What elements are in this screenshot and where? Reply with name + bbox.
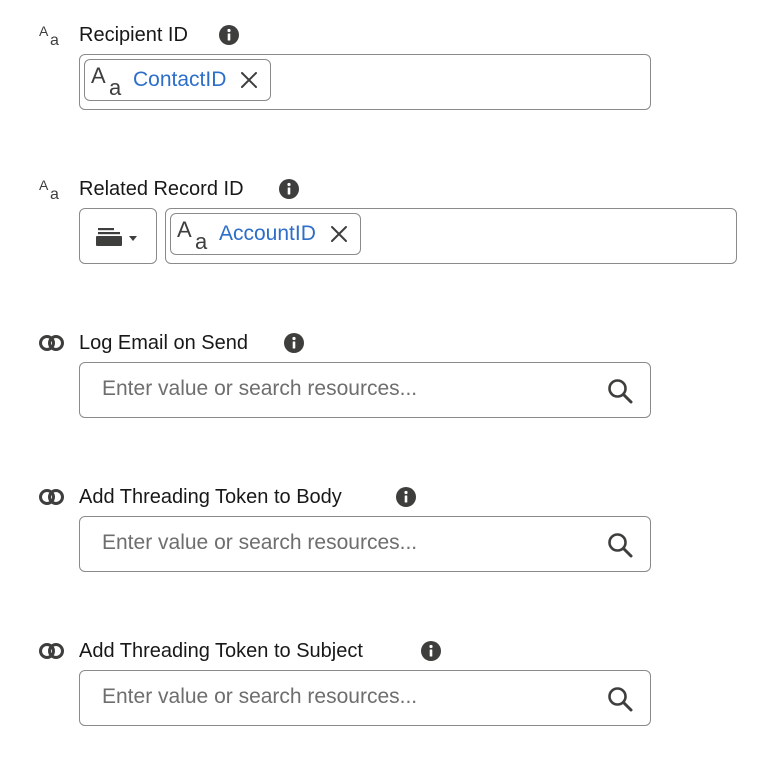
info-icon[interactable]	[395, 486, 417, 508]
svg-text:a: a	[50, 32, 59, 47]
resource-picker-icon	[96, 228, 137, 246]
svg-text:A: A	[39, 177, 49, 193]
field-label: Log Email on Send	[79, 332, 249, 354]
related-record-id-input[interactable]: A a AccountID	[165, 208, 737, 264]
info-icon[interactable]	[278, 178, 300, 200]
close-icon[interactable]	[238, 69, 260, 91]
search-icon[interactable]	[606, 377, 634, 405]
value-pill[interactable]: A a ContactID	[84, 59, 272, 101]
field-label-row: Log Email on Send	[0, 328, 768, 358]
input-placeholder: Enter value or search resources...	[102, 685, 418, 708]
pill-value: AccountID	[219, 222, 316, 245]
svg-text:a: a	[50, 186, 59, 201]
add-threading-token-body-input[interactable]: Enter value or search resources...	[79, 516, 651, 572]
value-pill[interactable]: A a AccountID	[170, 213, 361, 255]
boolean-type-icon	[39, 489, 64, 505]
recipient-id-input[interactable]: A a ContactID	[79, 54, 651, 110]
field-add-threading-token-subject: Add Threading Token to Subject Enter val…	[0, 636, 768, 731]
boolean-type-icon	[39, 643, 64, 659]
svg-text:A: A	[39, 23, 49, 39]
field-label: Add Threading Token to Body	[79, 486, 342, 508]
add-threading-token-subject-input[interactable]: Enter value or search resources...	[79, 670, 651, 726]
info-icon[interactable]	[218, 24, 240, 46]
svg-text:a: a	[195, 229, 208, 251]
text-type-icon: A a	[91, 63, 122, 97]
resource-mode-button[interactable]	[79, 208, 157, 264]
input-placeholder: Enter value or search resources...	[102, 531, 418, 554]
field-label: Recipient ID	[79, 24, 188, 46]
search-icon[interactable]	[606, 531, 634, 559]
close-icon[interactable]	[328, 223, 350, 245]
field-label: Add Threading Token to Subject	[79, 640, 363, 662]
field-label-row: A a Recipient ID	[0, 20, 768, 50]
field-log-email-on-send: Log Email on Send Enter value or search …	[0, 328, 768, 423]
field-recipient-id: A a Recipient ID A a ContactID	[0, 20, 768, 115]
field-label-row: Add Threading Token to Body	[0, 482, 768, 512]
pill-value: ContactID	[133, 68, 227, 91]
field-label: Related Record ID	[79, 178, 244, 200]
text-type-icon: A a	[177, 217, 208, 251]
text-type-icon: A a	[39, 177, 59, 201]
info-icon[interactable]	[420, 640, 442, 662]
log-email-on-send-input[interactable]: Enter value or search resources...	[79, 362, 651, 418]
input-placeholder: Enter value or search resources...	[102, 377, 418, 400]
svg-text:A: A	[177, 217, 192, 242]
field-related-record-id: A a Related Record ID A a AccountID	[0, 174, 768, 269]
text-type-icon: A a	[39, 23, 59, 47]
field-add-threading-token-body: Add Threading Token to Body Enter value …	[0, 482, 768, 577]
boolean-type-icon	[39, 335, 64, 351]
search-icon[interactable]	[606, 685, 634, 713]
field-label-row: Add Threading Token to Subject	[0, 636, 768, 666]
svg-text:A: A	[91, 63, 106, 88]
svg-text:a: a	[109, 75, 122, 97]
info-icon[interactable]	[283, 332, 305, 354]
field-label-row: A a Related Record ID	[0, 174, 768, 204]
